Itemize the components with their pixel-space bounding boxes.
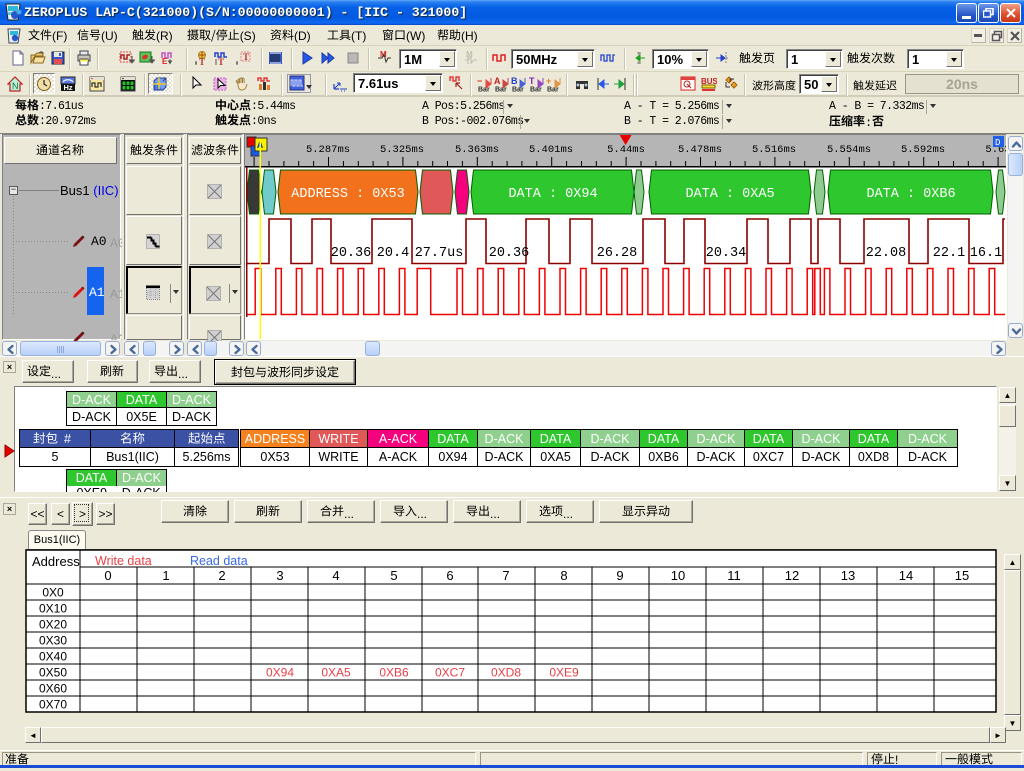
svg-text:N: N [12, 81, 19, 91]
svg-text:DATA : 0XB6: DATA : 0XB6 [866, 187, 955, 202]
svg-text:Bar: Bar [495, 87, 507, 93]
svg-text:5.516ms: 5.516ms [752, 144, 796, 156]
svg-text:22.1: 22.1 [933, 246, 965, 261]
svg-text:Hz: Hz [64, 83, 73, 92]
svg-text:20.34: 20.34 [706, 246, 747, 261]
svg-text:B: B [511, 76, 518, 86]
svg-text:5.287ms: 5.287ms [306, 144, 350, 156]
svg-text:−: − [477, 76, 482, 86]
svg-text:A: A [494, 76, 501, 86]
svg-text:M: M [466, 50, 473, 59]
svg-text:Bar: Bar [512, 87, 524, 93]
svg-text:T: T [199, 57, 205, 66]
svg-text:5.44ms: 5.44ms [607, 144, 645, 156]
svg-text:Bar: Bar [547, 87, 559, 93]
svg-text:DATA : 0XA5: DATA : 0XA5 [685, 187, 774, 202]
svg-text:27.7us: 27.7us [415, 246, 464, 261]
svg-text:T: T [243, 52, 249, 62]
svg-text:20.36: 20.36 [489, 246, 530, 261]
svg-text:5.592ms: 5.592ms [901, 144, 945, 156]
svg-text:5.554ms: 5.554ms [827, 144, 871, 156]
svg-text:Bar: Bar [530, 87, 542, 93]
svg-text:E: E [162, 57, 168, 66]
svg-text:ADDRESS : 0X53: ADDRESS : 0X53 [291, 187, 404, 202]
svg-text:DATA : 0X94: DATA : 0X94 [508, 187, 597, 202]
svg-text:D: D [995, 138, 1000, 148]
svg-text:20.36: 20.36 [331, 246, 372, 261]
svg-text:22.08: 22.08 [866, 246, 907, 261]
svg-text:16.1: 16.1 [970, 246, 1002, 261]
svg-text:T: T [529, 76, 535, 86]
svg-text:Bar: Bar [478, 87, 490, 93]
svg-text:5.401ms: 5.401ms [529, 144, 573, 156]
svg-text:20.4: 20.4 [377, 246, 409, 261]
svg-text:5.325ms: 5.325ms [380, 144, 424, 156]
svg-text:26.28: 26.28 [597, 246, 638, 261]
svg-text:5.478ms: 5.478ms [678, 144, 722, 156]
svg-text:T: T [218, 57, 224, 66]
svg-text:5.363ms: 5.363ms [455, 144, 499, 156]
svg-text:+: + [546, 76, 551, 86]
